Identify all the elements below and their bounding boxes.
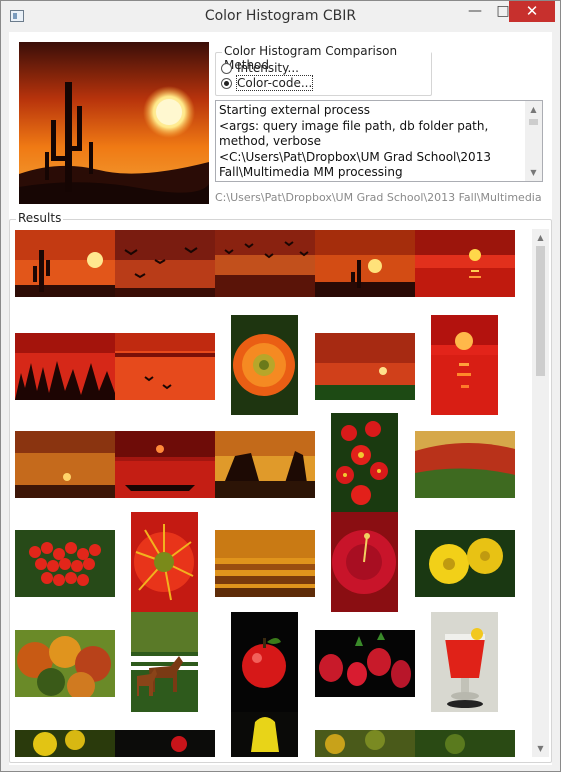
results-scroll-thumb[interactable] [536, 246, 545, 376]
result-thumbnail[interactable] [315, 230, 415, 297]
log-textbox[interactable]: Starting external process <args: query i… [215, 100, 543, 182]
scroll-up-icon[interactable]: ▲ [525, 101, 542, 118]
result-thumbnail[interactable] [331, 512, 398, 612]
app-window: Color Histogram CBIR — □ ✕ Color Histogr… [0, 0, 561, 772]
result-thumbnail[interactable] [115, 431, 215, 498]
result-thumbnail[interactable] [15, 630, 115, 697]
radio-intensity-label: Intensity... [237, 61, 299, 75]
maximize-icon: □ [496, 3, 510, 19]
result-thumbnail[interactable] [231, 612, 298, 712]
result-thumbnail[interactable] [415, 431, 515, 498]
client-area: Color Histogram Comparison Method Intens… [9, 32, 552, 765]
close-icon: ✕ [525, 2, 539, 20]
result-thumbnail[interactable] [231, 712, 298, 757]
result-thumbnail[interactable] [431, 612, 498, 712]
result-thumbnail[interactable] [15, 530, 115, 597]
results-legend: Results [16, 211, 64, 225]
radio-intensity[interactable]: Intensity... [221, 60, 299, 76]
result-thumbnail[interactable] [215, 530, 315, 597]
result-thumbnail[interactable] [15, 431, 115, 498]
result-thumbnail[interactable] [115, 333, 215, 400]
log-text: Starting external process <args: query i… [219, 103, 491, 181]
result-thumbnail[interactable] [15, 333, 115, 400]
result-thumbnail[interactable] [415, 530, 515, 597]
results-scrollbar[interactable]: ▲ ▼ [532, 229, 549, 757]
results-groupbox: Results ▲ ▼ [9, 211, 552, 763]
result-thumbnail[interactable] [315, 630, 415, 697]
result-thumbnail[interactable] [415, 730, 515, 757]
result-thumbnail[interactable] [315, 333, 415, 400]
scroll-up-icon[interactable]: ▲ [532, 229, 549, 246]
log-scroll-thumb[interactable] [529, 119, 538, 125]
method-groupbox: Color Histogram Comparison Method Intens… [215, 44, 432, 96]
radio-color-code[interactable]: Color-code... [221, 75, 314, 91]
result-thumbnail[interactable] [415, 230, 515, 297]
result-thumbnail[interactable] [315, 730, 415, 757]
result-thumbnail[interactable] [131, 612, 198, 712]
result-thumbnail[interactable] [215, 230, 315, 297]
title-bar[interactable]: Color Histogram CBIR — □ ✕ [1, 1, 560, 32]
radio-intensity-indicator[interactable] [221, 62, 232, 74]
result-thumbnail[interactable] [115, 230, 215, 297]
minimize-button[interactable]: — [461, 1, 489, 22]
radio-color-code-indicator[interactable] [221, 77, 232, 89]
query-path-label: C:\Users\Pat\Dropbox\UM Grad School\2013… [215, 191, 545, 204]
results-grid[interactable] [15, 230, 529, 757]
result-thumbnail[interactable] [131, 512, 198, 612]
result-thumbnail[interactable] [431, 315, 498, 415]
result-thumbnail[interactable] [15, 730, 115, 757]
scroll-down-icon[interactable]: ▼ [532, 740, 549, 757]
result-thumbnail[interactable] [115, 730, 215, 757]
scroll-down-icon[interactable]: ▼ [525, 164, 542, 181]
minimize-icon: — [468, 3, 482, 19]
result-thumbnail[interactable] [215, 431, 315, 498]
result-thumbnail[interactable] [15, 230, 115, 297]
result-thumbnail[interactable] [231, 315, 298, 415]
query-image [19, 42, 209, 204]
radio-color-code-label: Color-code... [235, 75, 314, 91]
log-scrollbar[interactable]: ▲ ▼ [525, 101, 542, 181]
close-button[interactable]: ✕ [509, 1, 555, 22]
result-thumbnail[interactable] [331, 413, 398, 513]
